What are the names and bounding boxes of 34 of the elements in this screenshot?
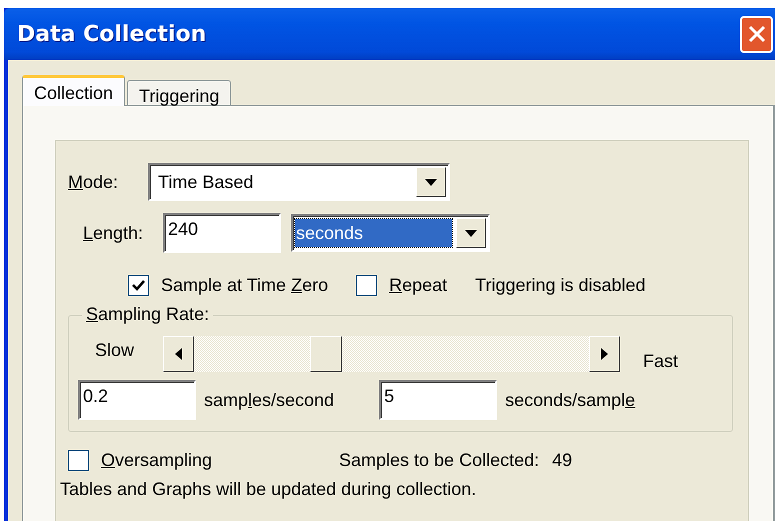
right-arrow-icon[interactable] xyxy=(601,348,608,360)
info-value: 49 xyxy=(552,450,572,471)
checkbox[interactable] xyxy=(68,450,89,471)
status-text: Triggering is disabled xyxy=(475,275,646,296)
checkbox[interactable] xyxy=(356,275,378,296)
unit-label: samples/second xyxy=(204,390,334,410)
caret-icon xyxy=(425,178,437,186)
checkbox-label: Sample at Time Zero xyxy=(161,275,328,296)
slider-label: Fast xyxy=(643,351,678,372)
dropdown[interactable]: seconds xyxy=(291,214,490,252)
slider-label: Slow xyxy=(95,340,136,361)
field-label: Mode: xyxy=(68,172,120,192)
slider[interactable] xyxy=(163,336,620,372)
checkbox-label: Repeat xyxy=(389,275,448,296)
group-label: Sampling Rate: xyxy=(82,304,214,325)
dropdown[interactable]: Time Based xyxy=(148,163,450,201)
window-title: Data Collection xyxy=(17,22,206,46)
checkbox-label: Oversampling xyxy=(101,450,212,471)
caret-icon xyxy=(465,230,477,236)
checkbox[interactable] xyxy=(128,275,149,296)
tab[interactable]: Collection xyxy=(22,75,126,106)
info-label: Samples to be Collected: xyxy=(339,450,540,471)
slider-thumb[interactable] xyxy=(310,336,342,372)
field-label: Length: xyxy=(83,222,144,244)
input-field[interactable]: 240 xyxy=(163,213,281,253)
close-button[interactable] xyxy=(740,16,773,52)
close-icon xyxy=(748,25,766,43)
tab[interactable]: Triggering xyxy=(127,80,232,105)
input-field[interactable]: 0.2 xyxy=(78,380,196,420)
input-field[interactable]: 5 xyxy=(379,380,498,420)
note-text: Tables and Graphs will be updated during collection. xyxy=(60,479,478,500)
checkmark-icon xyxy=(131,278,146,293)
unit-label: seconds/sample xyxy=(505,390,636,410)
left-arrow-icon[interactable] xyxy=(175,348,182,360)
